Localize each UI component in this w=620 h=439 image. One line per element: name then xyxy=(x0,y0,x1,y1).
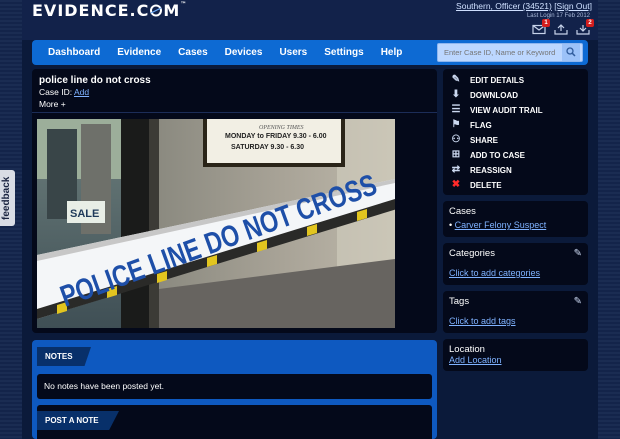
add-tags-link[interactable]: Click to add tags xyxy=(449,316,516,326)
tags-title: Tags xyxy=(449,296,470,307)
logo-text: EVIDENCE.C xyxy=(32,1,150,20)
evidence-title: police line do not cross xyxy=(39,75,151,86)
user-name-link[interactable]: Southern, Officer (34521) xyxy=(456,1,552,11)
action-label: ADD TO CASE xyxy=(470,150,525,160)
folder-plus-icon: ⊞ xyxy=(451,149,461,160)
tags-box: Tags ✎ Click to add tags xyxy=(443,291,588,333)
nav-devices[interactable]: Devices xyxy=(225,47,263,58)
mail-badge: 1 xyxy=(542,19,550,27)
divider xyxy=(32,112,437,113)
logo-trademark: ™ xyxy=(180,1,188,8)
reassign-button[interactable]: ⇄ REASSIGN xyxy=(450,164,512,176)
main-nav: Dashboard Evidence Cases Devices Users S… xyxy=(32,40,588,65)
notes-empty-message: No notes have been posted yet. xyxy=(37,374,432,399)
download-button[interactable]: ⬇ DOWNLOAD xyxy=(450,89,518,101)
evidence-photo[interactable]: SALE OPENING TIMES MONDAY to FRIDAY 9.30… xyxy=(37,119,395,328)
sign-out-link[interactable]: [Sign Out] xyxy=(554,1,592,11)
evidence-panel: police line do not cross Case ID: Add Mo… xyxy=(32,69,437,333)
action-label: DOWNLOAD xyxy=(470,90,518,100)
nav-settings[interactable]: Settings xyxy=(324,47,363,58)
right-background-stripe xyxy=(598,0,620,439)
action-label: REASSIGN xyxy=(470,165,512,175)
sign-line-2: MONDAY to FRIDAY 9.30 - 6.00 xyxy=(225,133,327,140)
add-categories-link[interactable]: Click to add categories xyxy=(449,268,540,278)
nav-dashboard[interactable]: Dashboard xyxy=(48,47,100,58)
edit-categories-pencil-icon[interactable]: ✎ xyxy=(574,248,582,259)
nav-cases[interactable]: Cases xyxy=(178,47,207,58)
upload-icon[interactable] xyxy=(554,24,568,36)
action-label: VIEW AUDIT TRAIL xyxy=(470,105,543,115)
action-label: EDIT DETAILS xyxy=(470,75,525,85)
flag-button[interactable]: ⚑ FLAG xyxy=(450,119,492,131)
search-input[interactable] xyxy=(438,48,562,57)
user-area: Southern, Officer (34521) [Sign Out] xyxy=(456,1,592,11)
view-audit-trail-button[interactable]: ☰ VIEW AUDIT TRAIL xyxy=(450,104,543,116)
post-note-tab[interactable]: POST A NOTE xyxy=(37,411,119,430)
categories-box: Categories ✎ Click to add categories xyxy=(443,243,588,285)
post-note-panel: POST A NOTE xyxy=(37,405,432,439)
cases-title: Cases xyxy=(449,206,476,217)
last-login-text: Last Login 17 Feb 2012 xyxy=(526,13,590,19)
actions-panel: ✎ EDIT DETAILS ⬇ DOWNLOAD ☰ VIEW AUDIT T… xyxy=(443,69,588,195)
logo-text-tail: M xyxy=(163,1,181,20)
share-button[interactable]: ⚇ SHARE xyxy=(450,134,499,146)
pencil-icon: ✎ xyxy=(451,74,461,85)
more-toggle[interactable]: More + xyxy=(39,99,66,109)
evidence-logo[interactable]: EVIDENCE.C M™ xyxy=(32,1,187,20)
case-link[interactable]: Carver Felony Suspect xyxy=(455,220,547,230)
shop-sale-sign: SALE xyxy=(70,208,99,220)
cases-list: • Carver Felony Suspect xyxy=(449,220,546,230)
download-badge: 2 xyxy=(586,19,594,27)
cases-box: Cases • Carver Felony Suspect xyxy=(443,201,588,237)
inbox-download-icon[interactable]: 2 xyxy=(576,19,594,36)
sign-line-1: OPENING TIMES xyxy=(259,125,304,131)
action-label: DELETE xyxy=(470,180,502,190)
feedback-tab[interactable]: feedback xyxy=(0,170,15,226)
action-label: FLAG xyxy=(470,120,492,130)
edit-details-button[interactable]: ✎ EDIT DETAILS xyxy=(450,74,524,86)
case-id-add-link[interactable]: Add xyxy=(74,87,89,97)
feedback-label: feedback xyxy=(1,176,12,220)
share-icon: ⚇ xyxy=(451,134,461,145)
case-id-label: Case ID: xyxy=(39,87,73,97)
download-icon: ⬇ xyxy=(451,89,461,100)
logo-ring-icon xyxy=(150,4,163,17)
sign-line-3: SATURDAY 9.30 - 6.30 xyxy=(231,144,304,151)
add-location-link[interactable]: Add Location xyxy=(449,355,502,365)
notes-tab[interactable]: NOTES xyxy=(37,347,91,366)
header-icons: 1 2 xyxy=(532,19,594,36)
notes-panel: NOTES No notes have been posted yet. POS… xyxy=(32,340,437,439)
bullet: • xyxy=(449,220,453,230)
case-id-row: Case ID: Add xyxy=(39,87,89,97)
flag-icon: ⚑ xyxy=(451,119,461,130)
mail-icon[interactable]: 1 xyxy=(532,19,550,36)
search-box xyxy=(437,43,583,62)
header: EVIDENCE.C M™ Southern, Officer (34521) [… xyxy=(22,0,598,40)
nav-evidence[interactable]: Evidence xyxy=(117,47,161,58)
nav-users[interactable]: Users xyxy=(279,47,307,58)
delete-icon: ✖ xyxy=(451,179,461,190)
list-icon: ☰ xyxy=(451,104,461,115)
nav-help[interactable]: Help xyxy=(381,47,403,58)
search-icon xyxy=(566,47,576,57)
reassign-icon: ⇄ xyxy=(451,164,461,175)
edit-tags-pencil-icon[interactable]: ✎ xyxy=(574,296,582,307)
location-box: Location Add Location xyxy=(443,339,588,371)
search-button[interactable] xyxy=(562,44,580,61)
add-to-case-button[interactable]: ⊞ ADD TO CASE xyxy=(450,149,525,161)
delete-button[interactable]: ✖ DELETE xyxy=(450,179,502,191)
location-title: Location xyxy=(449,344,485,355)
action-label: SHARE xyxy=(470,135,499,145)
categories-title: Categories xyxy=(449,248,495,259)
